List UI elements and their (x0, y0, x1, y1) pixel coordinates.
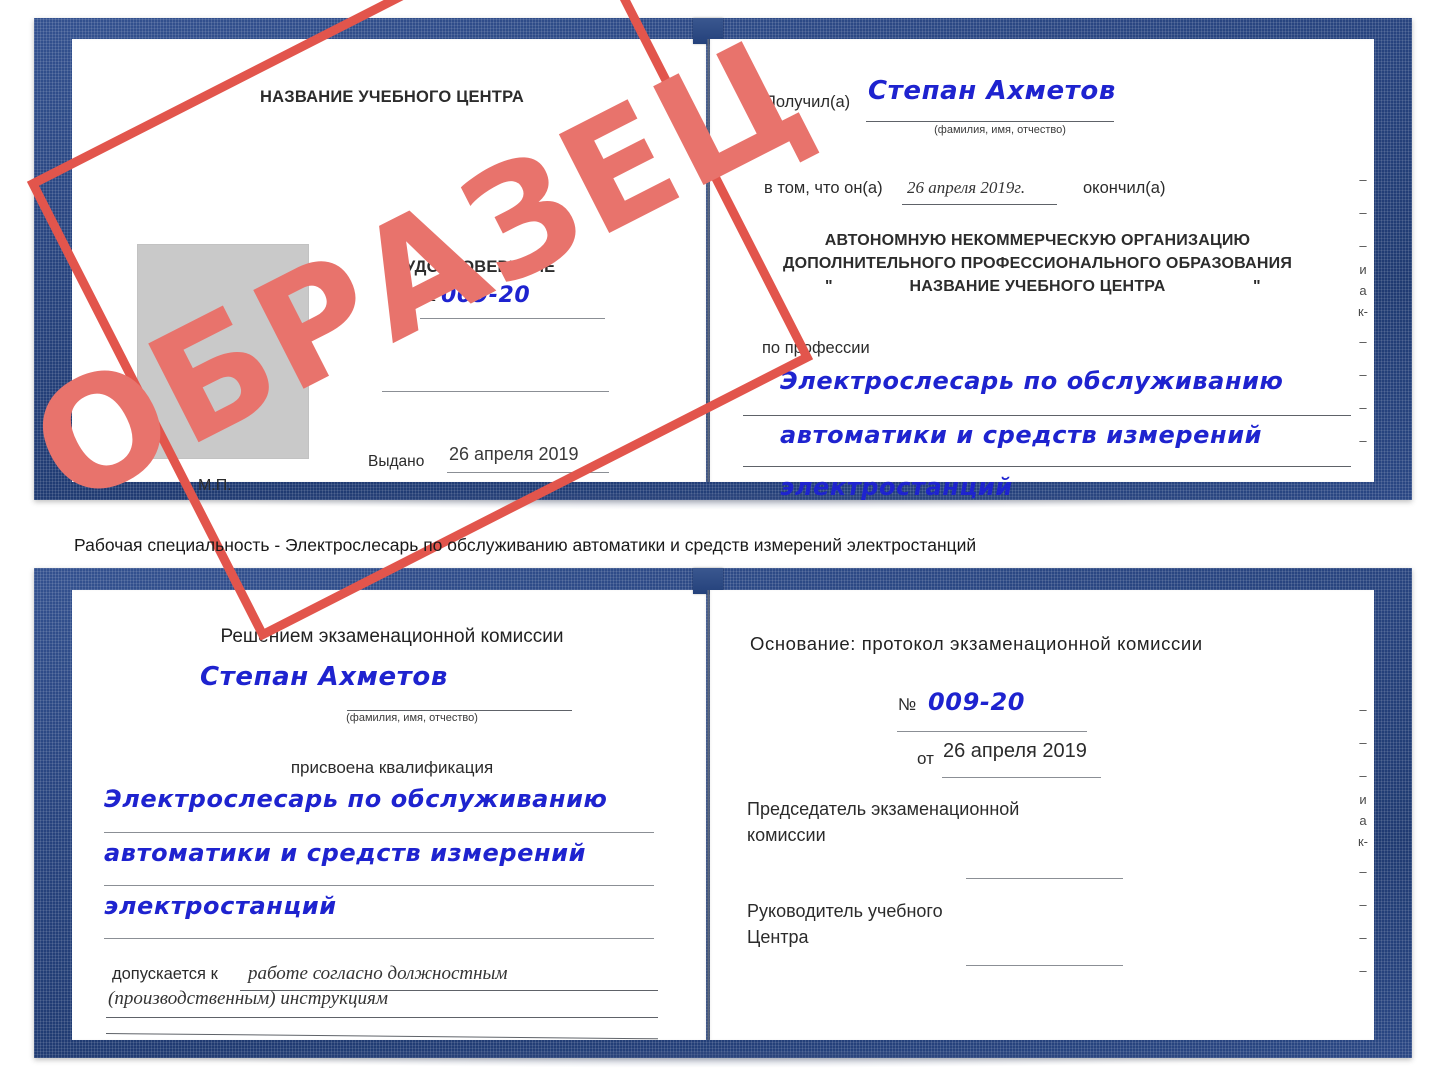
finish-date: 26 апреля 2019г. (907, 178, 1026, 197)
edge-fragment: – (1359, 897, 1367, 912)
head-line-2: Центра (747, 927, 809, 947)
org-quote-close: " (1253, 278, 1261, 295)
qualification-line-2: автоматики и средств измерений (104, 839, 587, 867)
edge-fragment: – (1359, 702, 1367, 717)
finished-label: окончил(а) (1083, 179, 1166, 197)
qualification-rule-1 (104, 832, 654, 833)
in-that-label: в том, что он(а) (764, 179, 883, 197)
profession-rule-2 (743, 466, 1351, 467)
profession-label: по профессии (762, 339, 870, 357)
profession-line-3: электростанций (780, 473, 1013, 501)
qualification-rule-3 (104, 938, 654, 939)
qualification-rule-2 (104, 885, 654, 886)
org-title-left: НАЗВАНИЕ УЧЕБНОГО ЦЕНТРА (260, 88, 524, 106)
blank-rule-mid (382, 391, 609, 392)
certificate-top: НАЗВАНИЕ УЧЕБНОГО ЦЕНТРА УДОСТОВЕРЕНИЕ №… (5, 0, 1412, 641)
protocol-number-label: № (898, 695, 917, 714)
bottom-left-page: Решением экзаменационной комиссии Степан… (72, 590, 706, 1040)
edge-fragment: – (1359, 768, 1367, 783)
qualification-line-1: Электрослесарь по обслуживанию (104, 785, 608, 813)
edge-fragment: – (1359, 433, 1367, 448)
edge-fragments-top: – – – и а к- – – – – (1350, 173, 1376, 447)
protocol-date-rule (942, 777, 1101, 778)
head-signature-rule (966, 965, 1123, 966)
fio-hint-bottom: (фамилия, имя, отчество) (346, 712, 478, 724)
edge-fragment: – (1359, 864, 1367, 879)
edge-fragment: и (1359, 792, 1367, 807)
finish-date-rule (902, 204, 1057, 205)
chairman-signature-rule (966, 878, 1123, 879)
profession-rule-1 (743, 415, 1351, 416)
org-line-1: АВТОНОМНУЮ НЕКОММЕРЧЕСКУЮ ОРГАНИЗАЦИЮ (824, 232, 1251, 249)
admitted-value-1: работе согласно должностным (248, 963, 508, 984)
decision-name-rule (347, 710, 572, 711)
stamp-place-label: М.П. (198, 477, 232, 494)
received-value: Степан Ахметов (868, 76, 1116, 106)
edge-fragment: – (1359, 400, 1367, 415)
issued-label: Выдано (368, 453, 425, 470)
specialty-caption: Рабочая специальность - Электрослесарь п… (74, 535, 977, 555)
basis-label: Основание: протокол экзаменационной коми… (750, 633, 1203, 654)
edge-fragments-bottom: – – – и а к- – – – – (1350, 703, 1376, 977)
issued-value: 26 апреля 2019 (449, 444, 579, 464)
protocol-date-value: 26 апреля 2019 (943, 740, 1087, 762)
edge-fragment: а (1359, 813, 1367, 828)
received-rule (866, 121, 1114, 122)
profession-line-1: Электрослесарь по обслуживанию (780, 367, 1284, 395)
qualification-label: присвоена квалификация (290, 758, 494, 777)
org-line-2: ДОПОЛНИТЕЛЬНОГО ПРОФЕССИОНАЛЬНОГО ОБРАЗО… (782, 255, 1293, 272)
org-line-3: НАЗВАНИЕ УЧЕБНОГО ЦЕНТРА (909, 278, 1166, 295)
edge-fragment: – (1359, 172, 1367, 187)
admitted-rule-2 (106, 1017, 658, 1018)
protocol-number-value: 009-20 (928, 688, 1026, 716)
protocol-date-label: от (917, 749, 934, 768)
top-right-page: Получил(а) Степан Ахметов (фамилия, имя,… (710, 39, 1374, 501)
issued-rule (447, 472, 609, 473)
decision-name-value: Степан Ахметов (200, 662, 448, 692)
qualification-line-3: электростанций (104, 892, 337, 920)
top-left-page: НАЗВАНИЕ УЧЕБНОГО ЦЕНТРА УДОСТОВЕРЕНИЕ №… (72, 39, 706, 494)
fio-hint-top: (фамилия, имя, отчество) (934, 124, 1066, 136)
profession-line-2: автоматики и средств измерений (780, 421, 1263, 449)
decision-title: Решением экзаменационной комиссии (220, 626, 564, 647)
chairman-line-1: Председатель экзаменационной (747, 799, 1020, 819)
admitted-rule-3 (105, 1033, 658, 1040)
received-label: Получил(а) (764, 93, 851, 111)
edge-fragment: – (1359, 205, 1367, 220)
edge-fragment: а (1359, 283, 1367, 298)
edge-fragment: – (1359, 735, 1367, 750)
chairman-line-2: комиссии (747, 825, 826, 845)
edge-fragment: – (1359, 238, 1367, 253)
edge-fragment: – (1359, 367, 1367, 382)
number-value: 009-20 (441, 283, 531, 308)
doc-title: УДОСТОВЕРЕНИЕ (405, 258, 556, 276)
bottom-right-page: Основание: протокол экзаменационной коми… (710, 590, 1374, 1040)
edge-fragment: и (1359, 262, 1367, 277)
edge-fragment: к- (1357, 304, 1369, 319)
edge-fragment: – (1359, 963, 1367, 978)
head-line-1: Руководитель учебного (747, 901, 943, 921)
admitted-label: допускается к (112, 965, 218, 983)
certificate-bottom: Решением экзаменационной комиссии Степан… (34, 568, 1412, 1068)
number-label: № (420, 288, 437, 305)
photo-placeholder (137, 244, 309, 459)
edge-fragment: – (1359, 930, 1367, 945)
edge-fragment: к- (1357, 834, 1369, 849)
edge-fragment: – (1359, 334, 1367, 349)
admitted-value-2: (производственным) инструкциям (108, 988, 388, 1009)
protocol-number-rule (897, 731, 1087, 732)
number-rule (420, 318, 605, 319)
